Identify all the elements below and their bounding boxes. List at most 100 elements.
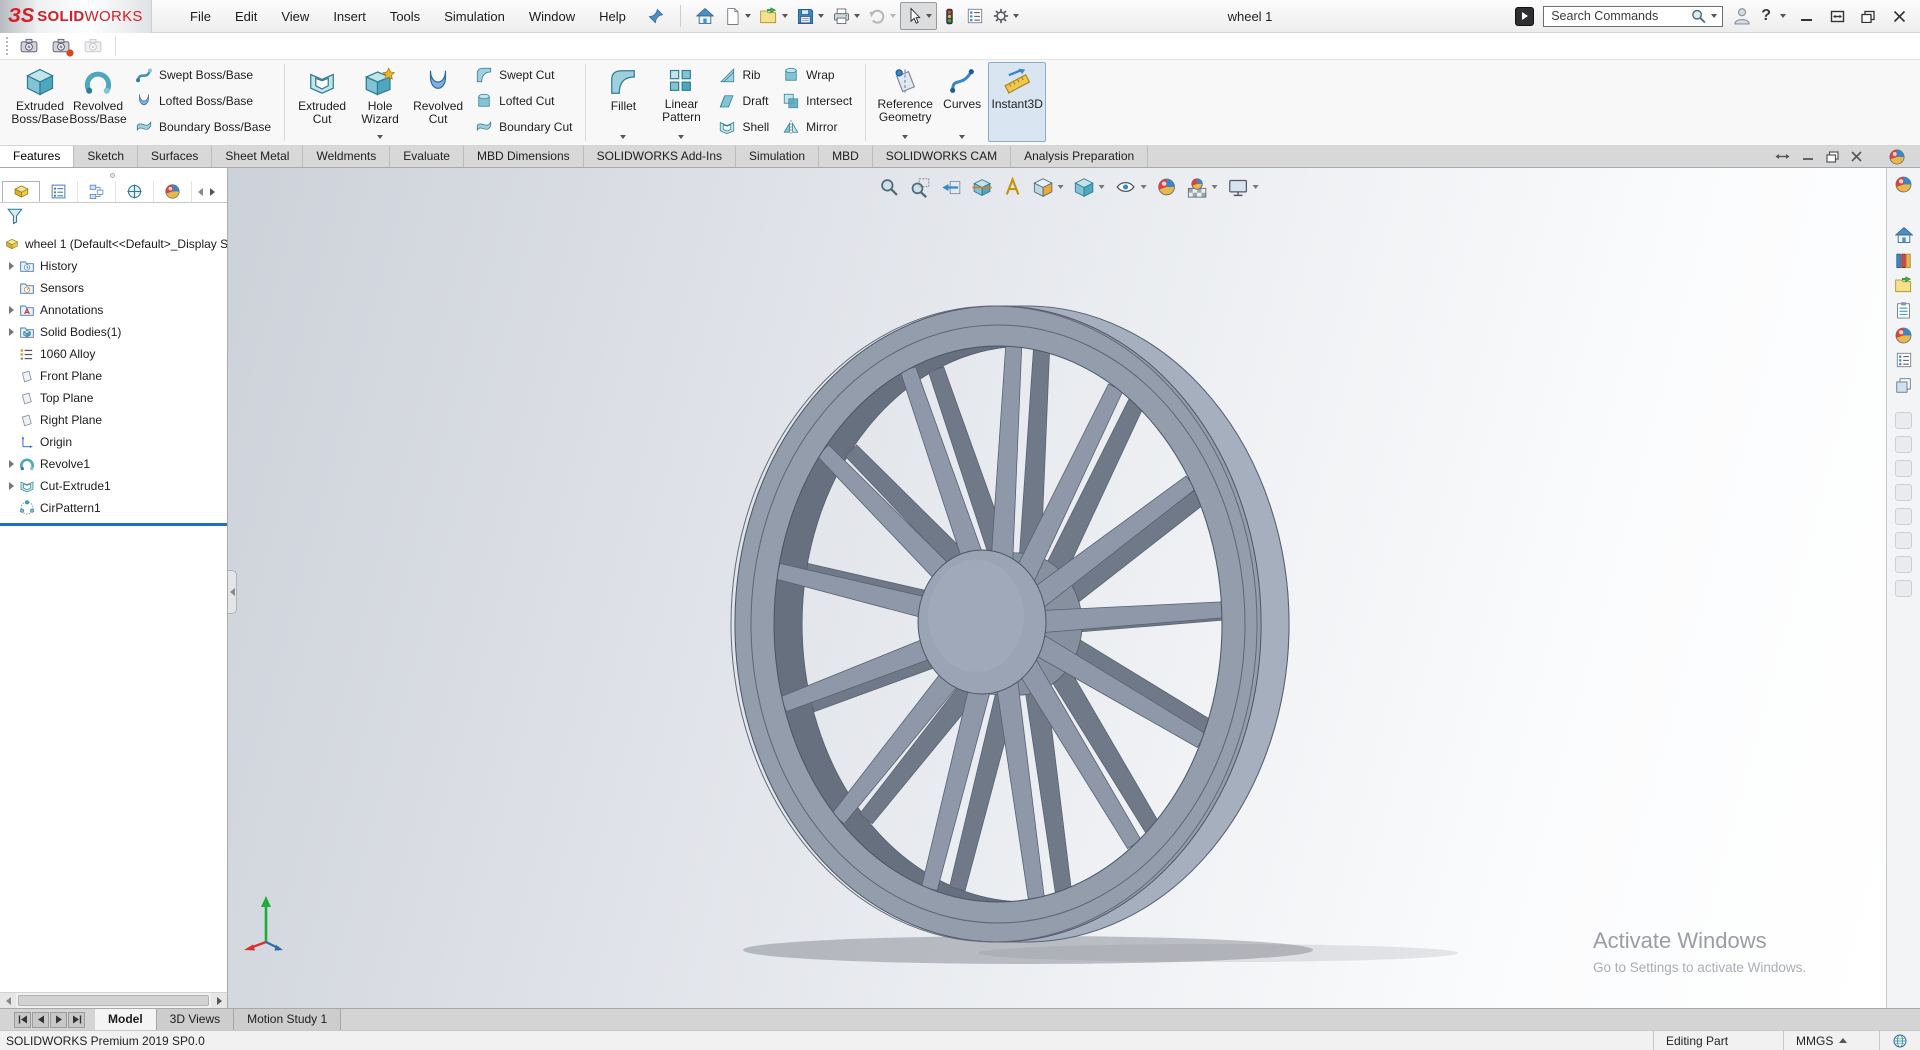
tab-featuremanager-design-tree[interactable] xyxy=(2,181,40,202)
tab-surfaces[interactable]: Surfaces xyxy=(138,146,212,167)
solidworks-resources-tab[interactable] xyxy=(1891,223,1917,247)
edit-appearance-button[interactable] xyxy=(1154,175,1180,199)
expander-icon[interactable] xyxy=(9,328,14,336)
previous-view-button[interactable] xyxy=(938,175,965,199)
expander-icon[interactable] xyxy=(9,460,14,468)
close-button[interactable] xyxy=(1888,6,1910,26)
revolved-cut-button[interactable]: Revolved Cut xyxy=(409,62,467,142)
lofted-boss-base-button[interactable]: Lofted Boss/Base xyxy=(130,88,276,114)
menu-window[interactable]: Window xyxy=(517,0,587,33)
tree-item-cut-extrude1[interactable]: Cut-Extrude1 xyxy=(0,475,227,497)
expander-icon[interactable] xyxy=(9,482,14,490)
menu-file[interactable]: File xyxy=(178,0,223,33)
minimize-ribbon-button[interactable] xyxy=(1802,151,1814,162)
draft-button[interactable]: Draft xyxy=(713,88,774,114)
wrap-button[interactable]: Wrap xyxy=(777,62,857,88)
tab-analysis-preparation[interactable]: Analysis Preparation xyxy=(1011,146,1148,167)
hide-show-items-button[interactable] xyxy=(1112,175,1150,199)
scroll-tabs-right-icon[interactable] xyxy=(210,188,215,196)
tab-motion-study-1[interactable]: Motion Study 1 xyxy=(234,1009,341,1030)
tab-displaymanager[interactable] xyxy=(154,181,192,202)
swept-cut-button[interactable]: Swept Cut xyxy=(470,62,577,88)
tab-simulation[interactable]: Simulation xyxy=(736,146,819,167)
solidworks-forum-tab[interactable] xyxy=(1891,373,1917,397)
tab-configurationmanager[interactable] xyxy=(78,181,116,202)
extruded-cut-button[interactable]: Extruded Cut xyxy=(293,62,351,142)
custom-properties-tab[interactable] xyxy=(1891,348,1917,372)
tab-sketch[interactable]: Sketch xyxy=(74,146,138,167)
scroll-left-button[interactable] xyxy=(0,993,16,1008)
wheel-3d-model[interactable] xyxy=(228,168,1886,1008)
file-explorer-tab[interactable] xyxy=(1891,273,1917,297)
next-tab-button[interactable] xyxy=(50,1012,67,1028)
move-commandmanager-button[interactable] xyxy=(1775,151,1790,162)
tab-solidworks-add-ins[interactable]: SOLIDWORKS Add-Ins xyxy=(584,146,736,167)
instant3d-button[interactable]: Instant3D xyxy=(988,62,1046,142)
tree-item-annotations[interactable]: Annotations xyxy=(0,299,227,321)
menu-insert[interactable]: Insert xyxy=(321,0,378,33)
tree-item-top-plane[interactable]: Top Plane xyxy=(0,387,227,409)
solidworks-resources-toggle[interactable] xyxy=(1515,7,1534,26)
tree-item-material[interactable]: 1060 Alloy xyxy=(0,343,227,365)
undo-button[interactable] xyxy=(864,2,900,30)
fillet-button[interactable]: Fillet xyxy=(594,62,652,142)
stop-video-button[interactable] xyxy=(83,36,103,56)
boundary-cut-button[interactable]: Boundary Cut xyxy=(470,114,577,140)
tree-item-solid-bodies[interactable]: Solid Bodies(1) xyxy=(0,321,227,343)
tab-dimxpertmanager[interactable] xyxy=(116,181,154,202)
last-tab-button[interactable] xyxy=(68,1012,85,1028)
zoom-to-area-button[interactable] xyxy=(907,175,934,199)
tree-item-sensors[interactable]: Sensors xyxy=(0,277,227,299)
print-button[interactable] xyxy=(828,2,864,30)
search-icon[interactable] xyxy=(1690,8,1707,25)
file-properties-button[interactable] xyxy=(962,2,988,30)
menu-edit[interactable]: Edit xyxy=(223,0,269,33)
expander-icon[interactable] xyxy=(9,306,14,314)
design-library-tab[interactable] xyxy=(1891,248,1917,272)
rebuild-button[interactable] xyxy=(937,2,962,30)
shell-button[interactable]: Shell xyxy=(713,114,774,140)
tree-item-front-plane[interactable]: Front Plane xyxy=(0,365,227,387)
tab-weldments[interactable]: Weldments xyxy=(303,146,390,167)
restore-button[interactable] xyxy=(1857,6,1879,26)
tree-item-history[interactable]: History xyxy=(0,255,227,277)
view-annotations-button[interactable] xyxy=(1000,175,1026,199)
help-dropdown[interactable] xyxy=(1780,14,1786,18)
extruded-boss-base-button[interactable]: Extruded Boss/Base xyxy=(11,62,69,142)
toolbar-drag-handle[interactable] xyxy=(6,37,9,55)
help-button[interactable]: ? xyxy=(1761,7,1771,25)
new-document-button[interactable] xyxy=(719,2,755,30)
units-selector[interactable]: MMGS xyxy=(1783,1031,1879,1050)
login-button[interactable] xyxy=(1732,6,1752,26)
tab-propertymanager[interactable] xyxy=(40,181,78,202)
linear-pattern-button[interactable]: Linear Pattern xyxy=(652,62,710,142)
home-button[interactable] xyxy=(691,2,719,30)
image-capture-button[interactable] xyxy=(19,36,39,56)
tab-mbd-dimensions[interactable]: MBD Dimensions xyxy=(464,146,584,167)
hole-wizard-dropdown[interactable] xyxy=(377,135,383,139)
tree-item-revolve1[interactable]: Revolve1 xyxy=(0,453,227,475)
tab-evaluate[interactable]: Evaluate xyxy=(390,146,464,167)
search-commands-input[interactable] xyxy=(1551,9,1690,23)
menu-help[interactable]: Help xyxy=(587,0,638,33)
mirror-button[interactable]: Mirror xyxy=(777,114,857,140)
view-orientation-button[interactable] xyxy=(1030,175,1067,199)
graphics-viewport[interactable]: Activate Windows Go to Settings to activ… xyxy=(228,168,1886,1008)
menu-simulation[interactable]: Simulation xyxy=(432,0,517,33)
filter-funnel-icon[interactable] xyxy=(6,207,24,225)
tree-root-part[interactable]: wheel 1 (Default<<Default>_Display S xyxy=(0,233,227,255)
tab-solidworks-cam[interactable]: SOLIDWORKS CAM xyxy=(873,146,1011,167)
scroll-right-button[interactable] xyxy=(211,993,227,1008)
select-tool-button[interactable] xyxy=(900,2,937,30)
curves-dropdown[interactable] xyxy=(959,135,965,139)
rib-button[interactable]: Rib xyxy=(713,62,774,88)
tab-mbd[interactable]: MBD xyxy=(819,146,873,167)
view-palette-tab[interactable] xyxy=(1891,298,1917,322)
apply-scene-button[interactable] xyxy=(1184,175,1221,199)
close-ribbon-button[interactable] xyxy=(1851,151,1862,162)
panel-splitter[interactable] xyxy=(0,168,227,181)
fillet-dropdown[interactable] xyxy=(620,135,626,139)
reference-geometry-dropdown[interactable] xyxy=(902,135,908,139)
color-swatch-icon[interactable] xyxy=(1891,172,1917,196)
tree-horizontal-scrollbar[interactable] xyxy=(0,992,227,1008)
